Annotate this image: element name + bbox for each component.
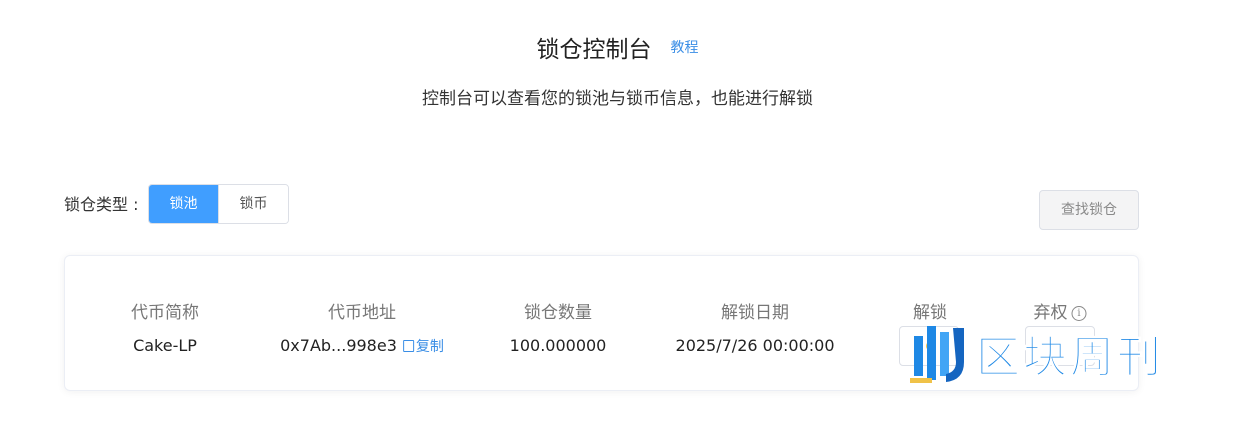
search-lock-button[interactable]: 查找锁仓 [1039, 190, 1139, 230]
cell-token-name: Cake-LP [133, 336, 197, 355]
column-header-token-name: 代币简称 [131, 303, 199, 323]
cell-unlock-date: 2025/7/26 00:00:00 [675, 336, 835, 355]
lock-console-page: 锁仓控制台 教程 控制台可以查看您的锁池与锁币信息，也能进行解锁 锁仓类型 : … [0, 0, 1235, 431]
page-subtitle: 控制台可以查看您的锁池与锁币信息，也能进行解锁 [422, 89, 813, 109]
lock-type-pool-button[interactable]: 锁池 [149, 185, 218, 223]
tutorial-link[interactable]: 教程 [671, 40, 699, 56]
copy-address-button[interactable]: 复制 [402, 339, 444, 355]
lock-type-token-button[interactable]: 锁币 [218, 185, 288, 223]
lock-type-label: 锁仓类型 : [64, 195, 139, 214]
copy-icon [402, 340, 414, 352]
copy-label: 复制 [415, 339, 444, 355]
page-header: 锁仓控制台 教程 [0, 30, 1235, 64]
watermark: 区块周刊 [910, 318, 1220, 388]
column-header-unlock-date: 解锁日期 [721, 303, 789, 323]
page-title: 锁仓控制台 [536, 37, 652, 63]
column-header-token-address: 代币地址 [328, 303, 396, 323]
column-header-lock-amount: 锁仓数量 [524, 303, 592, 323]
cell-lock-amount: 100.000000 [509, 336, 607, 355]
cell-token-address: 0x7Ab...998e3 复制 [280, 336, 444, 356]
watermark-logo-icon [910, 326, 964, 383]
lock-type-toggle: 锁池 锁币 [148, 184, 289, 224]
token-address-value: 0x7Ab...998e3 [280, 336, 397, 355]
watermark-text: 区块周刊 [976, 332, 1164, 384]
